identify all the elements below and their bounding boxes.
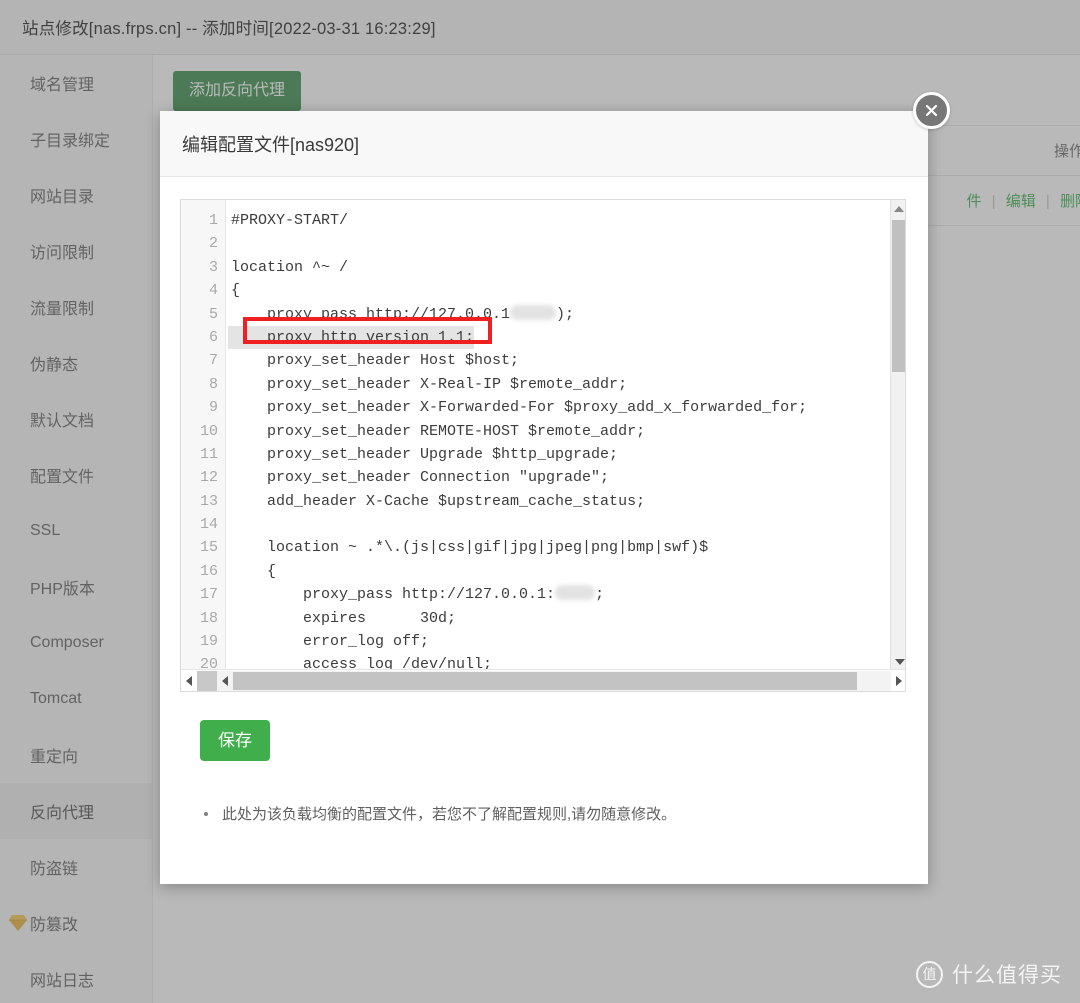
code-line[interactable]: location ~ .*\.(js|css|gif|jpg|jpeg|png|…	[228, 536, 905, 559]
line-number: 17	[199, 586, 218, 604]
code-line[interactable]: proxy_set_header X-Real-IP $remote_addr;	[228, 373, 905, 396]
watermark-text: 什么值得买	[952, 964, 1062, 987]
code-line[interactable]: access_log /dev/null;	[228, 653, 905, 670]
redacted-value	[555, 585, 596, 601]
line-number: 18	[199, 609, 218, 627]
code-line[interactable]	[228, 513, 905, 536]
close-icon[interactable]	[913, 92, 950, 129]
modal-body: 1 2 3 4 5 6 7 8 9 10 11 12 13 14 15 16 17 18 19 20 #PROXY-S…	[160, 177, 928, 824]
editor-vertical-scrollbar[interactable]	[890, 200, 905, 670]
code-line[interactable]: proxy_set_header REMOTE-HOST $remote_add…	[228, 420, 905, 443]
scroll-left-outer-icon[interactable]	[181, 671, 197, 691]
horizontal-scroll-thumb-outer[interactable]	[197, 670, 217, 691]
app-window: 站点修改[nas.frps.cn] -- 添加时间[2022-03-31 16:…	[0, 0, 1080, 1003]
config-editor[interactable]: 1 2 3 4 5 6 7 8 9 10 11 12 13 14 15 16 17 18 19 20 #PROXY-S…	[180, 199, 906, 692]
line-number: 12	[199, 469, 218, 487]
editor-inner: 1 2 3 4 5 6 7 8 9 10 11 12 13 14 15 16 17 18 19 20 #PROXY-S…	[181, 200, 905, 670]
line-number: 13	[199, 492, 218, 510]
redacted-value	[510, 304, 557, 320]
code-line[interactable]: error_log off;	[228, 630, 905, 653]
line-number: 6	[208, 328, 218, 346]
scroll-right-icon[interactable]	[891, 671, 905, 691]
line-number: 7	[208, 352, 218, 370]
code-line[interactable]	[228, 232, 905, 255]
code-line[interactable]: expires 30d;	[228, 607, 905, 630]
line-number: 20	[199, 656, 218, 670]
line-number: 8	[208, 375, 218, 393]
editor-code-area[interactable]: #PROXY-START/location ^~ /{ proxy_pass h…	[226, 200, 905, 670]
modal-note: 此处为该负载均衡的配置文件，若您不了解配置规则,请勿随意修改。	[204, 803, 908, 824]
watermark: 值 什么值得买	[916, 959, 1062, 989]
horizontal-scroll-thumb-inner[interactable]	[233, 671, 857, 690]
code-line[interactable]: proxy_pass http://127.0.0.1:;	[228, 583, 905, 606]
window-title: 站点修改[nas.frps.cn] -- 添加时间[2022-03-31 16:…	[22, 20, 436, 38]
code-line[interactable]: proxy_set_header Connection "upgrade";	[228, 466, 905, 489]
scroll-left-inner-icon[interactable]	[217, 671, 233, 691]
line-number: 9	[208, 399, 218, 417]
line-number: 2	[208, 235, 218, 253]
watermark-logo-icon: 值	[916, 960, 943, 988]
modal-header: 编辑配置文件[nas920]	[160, 111, 928, 177]
line-number: 4	[208, 282, 218, 300]
editor-horizontal-scrollbar-outer[interactable]	[181, 669, 905, 691]
line-number: 10	[199, 422, 218, 440]
code-line[interactable]: location ^~ /	[228, 256, 905, 279]
line-number: 14	[199, 516, 218, 534]
code-line[interactable]: proxy_set_header X-Forwarded-For $proxy_…	[228, 396, 905, 419]
vertical-scroll-thumb[interactable]	[892, 220, 905, 372]
modal-note-text: 此处为该负载均衡的配置文件，若您不了解配置规则,请勿随意修改。	[222, 806, 677, 823]
code-line[interactable]: {	[228, 279, 905, 302]
code-line[interactable]: #PROXY-START/	[228, 209, 905, 232]
editor-gutter: 1 2 3 4 5 6 7 8 9 10 11 12 13 14 15 16 17 18 19 20	[181, 200, 226, 670]
bullet-icon	[204, 812, 208, 816]
code-line[interactable]: add_header X-Cache $upstream_cache_statu…	[228, 490, 905, 513]
line-number: 3	[208, 258, 218, 276]
code-line[interactable]: proxy_http_version 1.1;	[228, 325, 475, 350]
line-number: 16	[199, 562, 218, 580]
code-line[interactable]: proxy_set_header Host $host;	[228, 349, 905, 372]
code-line[interactable]: proxy_set_header Upgrade $http_upgrade;	[228, 443, 905, 466]
editor-horizontal-scrollbar-inner[interactable]	[217, 670, 891, 691]
line-number: 19	[199, 633, 218, 651]
window-titlebar: 站点修改[nas.frps.cn] -- 添加时间[2022-03-31 16:…	[0, 0, 1080, 55]
line-number: 11	[199, 445, 218, 463]
scroll-down-icon[interactable]	[891, 653, 905, 670]
line-number: 1	[208, 212, 218, 229]
line-number: 5	[208, 305, 218, 323]
line-number: 15	[199, 539, 218, 557]
edit-config-modal: 编辑配置文件[nas920] 1 2 3 4 5 6 7 8 9 10 11 12 13 14 15 16 17…	[160, 92, 950, 884]
save-button[interactable]: 保存	[200, 720, 270, 761]
code-line[interactable]: {	[228, 560, 905, 583]
code-line[interactable]: proxy_pass http://127.0.0.1);	[228, 303, 905, 326]
scroll-up-icon[interactable]	[891, 200, 905, 217]
modal-title: 编辑配置文件[nas920]	[182, 134, 360, 155]
